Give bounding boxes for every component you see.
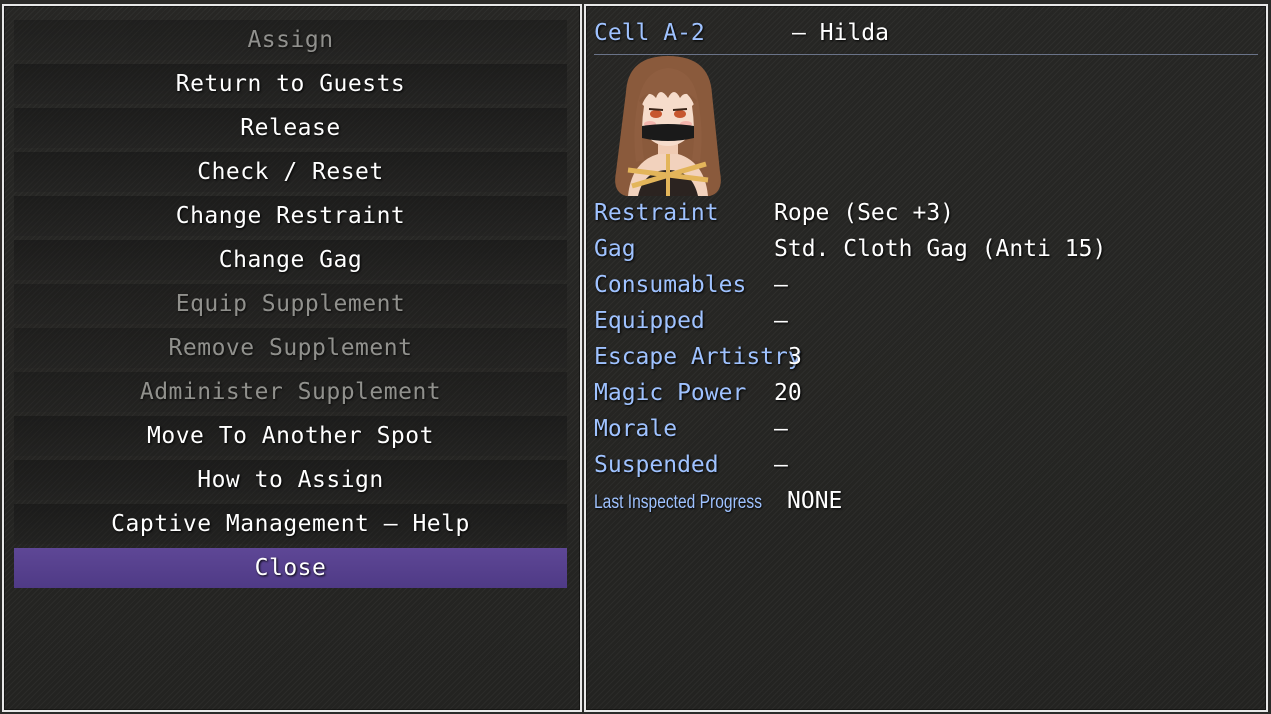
- cell-label: Cell A-2: [594, 20, 705, 46]
- stat-label: Restraint: [594, 200, 719, 226]
- menu-item-remove-supplement[interactable]: Remove Supplement: [14, 328, 567, 368]
- stat-value: Std. Cloth Gag (Anti 15): [774, 236, 1107, 262]
- stat-escape-artistry: Escape Artistry 3: [594, 342, 1254, 378]
- menu-item-administer-supplement[interactable]: Administer Supplement: [14, 372, 567, 412]
- stat-value: Rope (Sec +3): [774, 200, 955, 226]
- stat-suspended: Suspended —: [594, 450, 1254, 486]
- stat-morale: Morale —: [594, 414, 1254, 450]
- menu-item-equip-supplement[interactable]: Equip Supplement: [14, 284, 567, 324]
- menu-item-return-to-guests[interactable]: Return to Guests: [14, 64, 567, 104]
- stat-label: Consumables: [594, 272, 747, 298]
- stat-equipped: Equipped —: [594, 306, 1254, 342]
- stat-label: Suspended: [594, 452, 719, 478]
- menu-item-how-to-assign[interactable]: How to Assign: [14, 460, 567, 500]
- stat-label: Last Inspected Progress: [594, 492, 763, 513]
- stat-value: NONE: [787, 488, 843, 514]
- stat-restraint: Restraint Rope (Sec +3): [594, 198, 1254, 234]
- captive-name: — Hilda: [792, 20, 889, 46]
- stat-value: —: [774, 452, 788, 478]
- menu-item-release[interactable]: Release: [14, 108, 567, 148]
- captive-portrait: [598, 52, 738, 196]
- menu-item-assign[interactable]: Assign: [14, 20, 567, 60]
- command-list: Assign Return to Guests Release Check / …: [14, 20, 567, 592]
- menu-item-move-to-another-spot[interactable]: Move To Another Spot: [14, 416, 567, 456]
- menu-item-check-reset[interactable]: Check / Reset: [14, 152, 567, 192]
- stat-label: Gag: [594, 236, 636, 262]
- stat-label: Escape Artistry: [594, 344, 802, 370]
- stat-value: —: [774, 272, 788, 298]
- stat-value: —: [774, 416, 788, 442]
- stat-gag: Gag Std. Cloth Gag (Anti 15): [594, 234, 1254, 270]
- stat-value: 20: [774, 380, 802, 406]
- stat-magic-power: Magic Power 20: [594, 378, 1254, 414]
- status-header: Cell A-2 — Hilda: [594, 20, 1258, 55]
- captive-stats: Restraint Rope (Sec +3) Gag Std. Cloth G…: [594, 198, 1254, 522]
- menu-item-close[interactable]: Close: [14, 548, 567, 588]
- stat-value: 3: [788, 344, 802, 370]
- menu-item-captive-management-help[interactable]: Captive Management — Help: [14, 504, 567, 544]
- stat-label: Morale: [594, 416, 678, 442]
- stat-label: Equipped: [594, 308, 705, 334]
- stat-label: Magic Power: [594, 380, 747, 406]
- stat-consumables: Consumables —: [594, 270, 1254, 306]
- captive-status-window: Cell A-2 — Hilda Restraint Rope (Sec +3)…: [584, 4, 1268, 712]
- command-window: Assign Return to Guests Release Check / …: [2, 4, 582, 712]
- stat-value: —: [774, 308, 788, 334]
- stat-last-inspected-progress: Last Inspected Progress NONE: [594, 486, 1254, 522]
- menu-item-change-gag[interactable]: Change Gag: [14, 240, 567, 280]
- menu-item-change-restraint[interactable]: Change Restraint: [14, 196, 567, 236]
